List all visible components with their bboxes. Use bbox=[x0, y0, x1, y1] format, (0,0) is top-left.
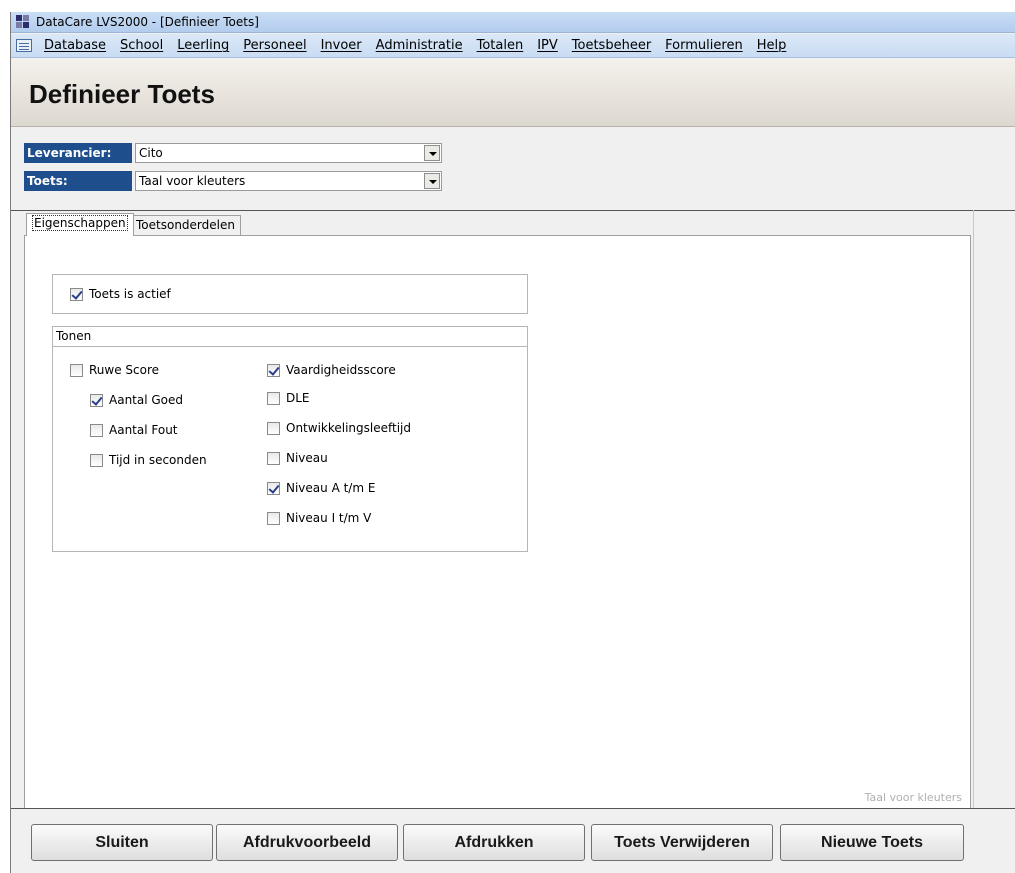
ruwe-score-checkbox[interactable]: Ruwe Score bbox=[70, 363, 159, 377]
tab-toetsonderdelen[interactable]: Toetsonderdelen bbox=[130, 215, 241, 236]
divider bbox=[11, 210, 1015, 211]
app-window: DataCare LVS2000 - [Definieer Toets] Dat… bbox=[10, 12, 1015, 873]
window-title: DataCare LVS2000 - [Definieer Toets] bbox=[36, 15, 259, 29]
document-menu-icon[interactable] bbox=[16, 39, 32, 52]
menu-toetsbeheer[interactable]: Toetsbeheer bbox=[572, 38, 651, 53]
nieuwe-toets-button[interactable]: Nieuwe Toets bbox=[780, 824, 964, 861]
toets-label: Toets: bbox=[24, 171, 132, 191]
ontwikkelingsleeftijd-checkbox[interactable]: Ontwikkelingsleeftijd bbox=[267, 421, 411, 435]
divider bbox=[973, 210, 974, 808]
checkbox-checked-icon bbox=[267, 363, 280, 377]
niveau-i-v-checkbox[interactable]: Niveau I t/m V bbox=[267, 511, 371, 525]
menu-leerling[interactable]: Leerling bbox=[177, 38, 229, 53]
form-header: Definieer Toets bbox=[11, 59, 1015, 127]
afdrukvoorbeeld-button[interactable]: Afdrukvoorbeeld bbox=[216, 824, 398, 861]
menu-database[interactable]: Database bbox=[44, 38, 106, 53]
tonen-group-title: Tonen bbox=[53, 327, 527, 347]
menu-invoer[interactable]: Invoer bbox=[321, 38, 362, 53]
panel-footer-label: Taal voor kleuters bbox=[864, 791, 962, 804]
chevron-down-icon[interactable] bbox=[424, 173, 440, 189]
menu-bar: Database School Leerling Personeel Invoe… bbox=[11, 34, 1015, 58]
niveau-checkbox[interactable]: Niveau bbox=[267, 451, 328, 465]
leverancier-label: Leverancier: bbox=[24, 143, 132, 163]
page-title: Definieer Toets bbox=[29, 79, 215, 109]
menu-school[interactable]: School bbox=[120, 38, 163, 53]
checkbox-unchecked-icon bbox=[267, 451, 280, 465]
vaardigheidsscore-checkbox[interactable]: Vaardigheidsscore bbox=[267, 363, 396, 377]
menu-personeel[interactable]: Personeel bbox=[243, 38, 306, 53]
checkbox-checked-icon bbox=[267, 481, 280, 495]
sluiten-button[interactable]: Sluiten bbox=[31, 824, 213, 861]
tonen-group: Tonen Ruwe Score Aantal Goed Aantal Fout… bbox=[52, 326, 528, 552]
title-bar: DataCare LVS2000 - [Definieer Toets] bbox=[11, 12, 1015, 33]
toets-select[interactable]: Taal voor kleuters bbox=[135, 171, 442, 191]
afdrukken-button[interactable]: Afdrukken bbox=[403, 824, 585, 861]
menu-administratie[interactable]: Administratie bbox=[376, 38, 463, 53]
tab-eigenschappen[interactable]: Eigenschappen bbox=[26, 213, 134, 236]
leverancier-value: Cito bbox=[139, 146, 163, 160]
menu-totalen[interactable]: Totalen bbox=[477, 38, 524, 53]
checkbox-unchecked-icon bbox=[267, 421, 280, 435]
checkbox-unchecked-icon bbox=[267, 511, 280, 525]
toets-verwijderen-button[interactable]: Toets Verwijderen bbox=[591, 824, 773, 861]
divider bbox=[11, 808, 1015, 809]
aantal-fout-checkbox[interactable]: Aantal Fout bbox=[90, 423, 178, 437]
chevron-down-icon[interactable] bbox=[424, 145, 440, 161]
toets-actief-checkbox[interactable]: Toets is actief bbox=[70, 287, 171, 301]
eigenschappen-panel: Toets is actief Tonen Ruwe Score Aantal … bbox=[24, 235, 971, 809]
leverancier-select[interactable]: Cito bbox=[135, 143, 442, 163]
menu-formulieren[interactable]: Formulieren bbox=[665, 38, 743, 53]
niveau-a-e-checkbox[interactable]: Niveau A t/m E bbox=[267, 481, 375, 495]
checkbox-unchecked-icon bbox=[90, 453, 103, 467]
checkbox-unchecked-icon bbox=[267, 391, 280, 405]
checkbox-unchecked-icon bbox=[90, 423, 103, 437]
toets-value: Taal voor kleuters bbox=[139, 174, 246, 188]
checkbox-unchecked-icon bbox=[70, 363, 83, 377]
menu-help[interactable]: Help bbox=[757, 38, 787, 53]
actief-group: Toets is actief bbox=[52, 274, 528, 314]
dle-checkbox[interactable]: DLE bbox=[267, 391, 310, 405]
aantal-goed-checkbox[interactable]: Aantal Goed bbox=[90, 393, 183, 407]
checkbox-checked-icon bbox=[90, 393, 103, 407]
tijd-in-seconden-checkbox[interactable]: Tijd in seconden bbox=[90, 453, 207, 467]
checkbox-checked-icon bbox=[70, 287, 83, 301]
app-icon bbox=[15, 14, 31, 30]
menu-ipv[interactable]: IPV bbox=[537, 38, 558, 53]
